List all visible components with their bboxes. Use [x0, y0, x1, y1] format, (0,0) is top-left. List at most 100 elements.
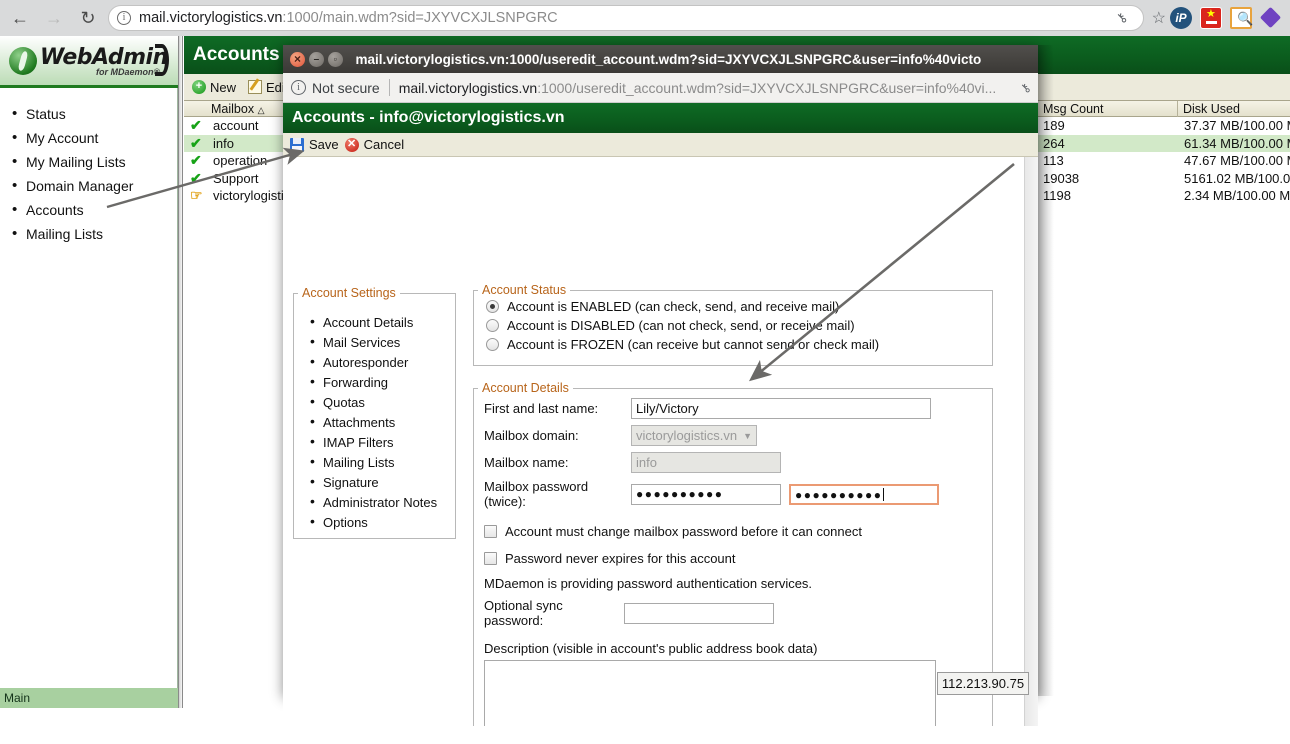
mailbox-domain-label: Mailbox domain:: [484, 428, 579, 443]
mailbox-password-label: Mailbox password (twice):: [484, 479, 589, 509]
first-last-name-input[interactable]: Lily/Victory: [631, 398, 931, 419]
radio-frozen-label: Account is FROZEN (can receive but canno…: [507, 337, 880, 352]
cell-disk-used: 2.34 MB/100.00 MB: [1184, 188, 1290, 203]
cell-disk-used: 37.37 MB/100.00 MB: [1184, 118, 1290, 133]
auth-services-note: MDaemon is providing password authentica…: [484, 576, 813, 591]
address-bar-path: :1000/main.wdm?sid=JXYVCXJLSNPGRC: [282, 10, 558, 26]
site-info-icon[interactable]: i: [291, 80, 306, 95]
key-icon[interactable]: ⚷: [1113, 9, 1131, 27]
sidebar-item-accounts[interactable]: Accounts: [10, 198, 177, 222]
popup-address-bar[interactable]: i Not secure mail.victorylogistics.vn:10…: [283, 73, 1038, 103]
checkbox-password-never-expires[interactable]: Password never expires for this account: [474, 545, 992, 572]
ip-extension-icon[interactable]: iP: [1170, 7, 1192, 29]
window-minimize-icon[interactable]: [308, 51, 324, 67]
back-arrow-icon[interactable]: ←: [6, 4, 34, 32]
webadmin-logo: WebAdmin for MDaemon®: [0, 36, 178, 88]
cancel-button-label: Cancel: [363, 137, 405, 152]
address-bar-divider: [388, 79, 390, 96]
window-maximize-icon[interactable]: [327, 51, 343, 67]
flag-star-icon: ★: [1206, 8, 1216, 20]
page-search-extension-icon[interactable]: 🔍: [1230, 7, 1253, 29]
sidebar: WebAdmin for MDaemon® Status My Account …: [0, 36, 178, 688]
chevron-down-icon: ▼: [743, 430, 753, 441]
settings-item-options[interactable]: Options: [308, 512, 455, 532]
settings-item-attachments[interactable]: Attachments: [308, 412, 455, 432]
mailbox-domain-value: victorylogistics.vn: [636, 428, 738, 443]
cell-mailbox: info: [213, 135, 234, 151]
account-status-group: Account Status Account is ENABLED (can c…: [473, 283, 993, 366]
radio-account-disabled[interactable]: Account is DISABLED (can not check, send…: [474, 316, 992, 335]
settings-item-account-details[interactable]: Account Details: [308, 312, 455, 332]
checkbox-never-expires-icon[interactable]: [484, 552, 497, 565]
popup-url-text: mail.victorylogistics.vn:1000/useredit_a…: [399, 80, 1014, 96]
radio-frozen-icon[interactable]: [486, 338, 499, 351]
new-account-button[interactable]: + New: [188, 80, 240, 95]
account-settings-group: Account Settings Account Details Mail Se…: [293, 286, 456, 539]
settings-item-administrator-notes[interactable]: Administrator Notes: [308, 492, 455, 512]
mailbox-name-label: Mailbox name:: [484, 455, 569, 470]
name-label: First and last name:: [484, 401, 599, 416]
vietnam-flag-extension-icon[interactable]: ★: [1200, 7, 1222, 29]
star-bookmark-icon[interactable]: ☆: [1152, 8, 1166, 28]
cancel-button[interactable]: ✕ Cancel: [344, 137, 405, 152]
mailbox-password-field[interactable]: ●●●●●●●●●●: [631, 483, 781, 505]
status-enabled-icon: ✔: [190, 169, 202, 186]
popup-title-bar[interactable]: mail.victorylogistics.vn:1000/useredit_a…: [283, 45, 1038, 73]
sidebar-splitter[interactable]: [178, 36, 183, 708]
radio-account-frozen[interactable]: Account is FROZEN (can receive but canno…: [474, 335, 992, 354]
address-bar-url: mail.victorylogistics.vn:1000/main.wdm?s…: [139, 10, 1109, 26]
new-account-label: New: [210, 79, 237, 95]
description-textarea[interactable]: [484, 660, 936, 726]
sidebar-item-my-mailing-lists[interactable]: My Mailing Lists: [10, 150, 177, 174]
popup-toolbar: Save ✕ Cancel: [283, 133, 1038, 157]
checkbox-must-change-icon[interactable]: [484, 525, 497, 538]
column-header-disk-used[interactable]: Disk Used: [1178, 101, 1290, 117]
key-icon[interactable]: ⚷: [1018, 79, 1034, 95]
settings-item-imap-filters[interactable]: IMAP Filters: [308, 432, 455, 452]
save-button-label: Save: [309, 137, 339, 152]
settings-item-autoresponder[interactable]: Autoresponder: [308, 352, 455, 372]
checkbox-must-change-password[interactable]: Account must change mailbox password bef…: [474, 518, 992, 545]
password-confirm-value: ●●●●●●●●●●: [795, 487, 883, 502]
sidebar-item-domain-manager[interactable]: Domain Manager: [10, 174, 177, 198]
settings-item-mailing-lists[interactable]: Mailing Lists: [308, 452, 455, 472]
site-info-icon[interactable]: i: [117, 11, 131, 25]
sidebar-item-status[interactable]: Status: [10, 102, 177, 126]
sidebar-item-my-account[interactable]: My Account: [10, 126, 177, 150]
page-bottom-gap: [184, 726, 1290, 744]
sync-password-input[interactable]: [624, 602, 774, 624]
settings-item-mail-services[interactable]: Mail Services: [308, 332, 455, 352]
column-header-mailbox-label: Mailbox: [211, 102, 255, 116]
checkbox-never-expires-label: Password never expires for this account: [505, 551, 736, 566]
edit-pencil-icon: [248, 80, 263, 94]
radio-account-enabled[interactable]: Account is ENABLED (can check, send, and…: [474, 297, 992, 316]
status-enabled-icon: ✔: [190, 152, 202, 168]
sidebar-item-mailing-lists[interactable]: Mailing Lists: [10, 222, 177, 246]
radio-disabled-icon[interactable]: [486, 319, 499, 332]
ip-tooltip: 112.213.90.75: [937, 672, 1029, 695]
popup-window-title: mail.victorylogistics.vn:1000/useredit_a…: [355, 51, 982, 67]
save-button[interactable]: Save: [290, 137, 339, 152]
cell-mailbox: operation: [213, 153, 268, 168]
status-enabled-icon: ✔: [190, 134, 202, 151]
window-close-icon[interactable]: [290, 51, 305, 67]
globe-icon: [9, 47, 37, 75]
mailbox-password-confirm-field[interactable]: ●●●●●●●●●●: [789, 483, 939, 505]
address-bar[interactable]: i mail.victorylogistics.vn:1000/main.wdm…: [108, 5, 1144, 31]
status-bar-main: Main: [0, 688, 178, 708]
settings-item-forwarding[interactable]: Forwarding: [308, 372, 455, 392]
cell-mailbox: Support: [213, 170, 259, 186]
settings-item-quotas[interactable]: Quotas: [308, 392, 455, 412]
radio-enabled-icon[interactable]: [486, 300, 499, 313]
popup-scrollbar[interactable]: [1024, 157, 1038, 726]
column-header-msg-count[interactable]: Msg Count: [1038, 101, 1178, 117]
cell-mailbox: account: [213, 118, 259, 133]
status-frozen-icon: ☞: [190, 187, 203, 203]
account-details-legend: Account Details: [482, 381, 569, 395]
plus-circle-icon: +: [192, 80, 206, 94]
reload-icon[interactable]: ↻: [74, 4, 102, 32]
diamond-extension-icon[interactable]: [1260, 7, 1282, 29]
settings-item-signature[interactable]: Signature: [308, 472, 455, 492]
popup-content: Account Settings Account Details Mail Se…: [283, 157, 1038, 726]
mailbox-domain-select[interactable]: victorylogistics.vn ▼: [631, 425, 758, 446]
